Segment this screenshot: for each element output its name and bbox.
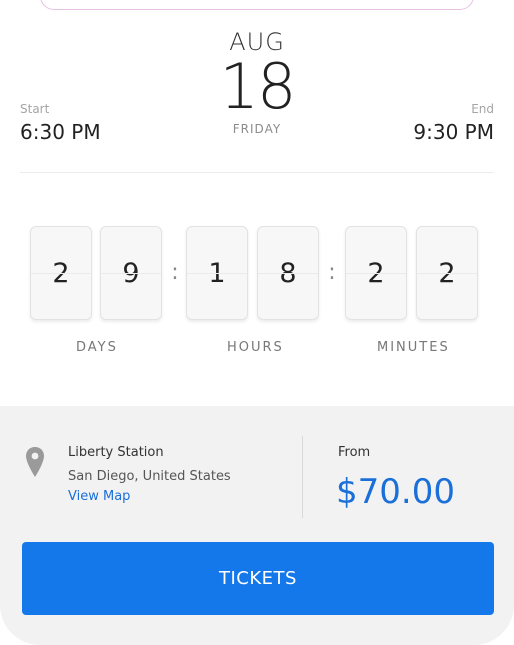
price-label: From [338,445,371,460]
countdown-timer: 2 9 : 1 8 : 2 2 [30,226,484,320]
minutes-label: MINUTES [377,340,450,355]
end-time: End 9:30 PM [413,102,494,144]
days-label: DAYS [76,340,118,355]
minutes-digit-1: 2 [345,226,407,320]
venue-name: Liberty Station [68,445,164,460]
details-divider [302,436,303,518]
end-time-value: 9:30 PM [413,120,494,144]
start-time: Start 6:30 PM [20,102,101,144]
start-time-label: Start [20,102,50,116]
countdown-separator: : [171,260,179,285]
countdown-separator: : [328,260,336,285]
end-time-label: End [471,102,494,116]
hours-digit-2: 8 [257,226,319,320]
price-value: $70.00 [336,472,455,512]
previous-card-edge [40,0,474,10]
venue-city: San Diego, United States [68,469,231,484]
view-map-link[interactable]: View Map [68,489,130,504]
hours-label: HOURS [227,340,284,355]
section-divider [20,172,494,173]
days-digit-2: 9 [100,226,162,320]
start-time-value: 6:30 PM [20,120,101,144]
map-pin-icon [26,447,44,477]
days-digit-1: 2 [30,226,92,320]
hours-digit-1: 1 [186,226,248,320]
venue-info: Liberty Station San Diego, United States… [68,445,231,504]
minutes-digit-2: 2 [416,226,478,320]
tickets-button[interactable]: TICKETS [22,542,494,615]
